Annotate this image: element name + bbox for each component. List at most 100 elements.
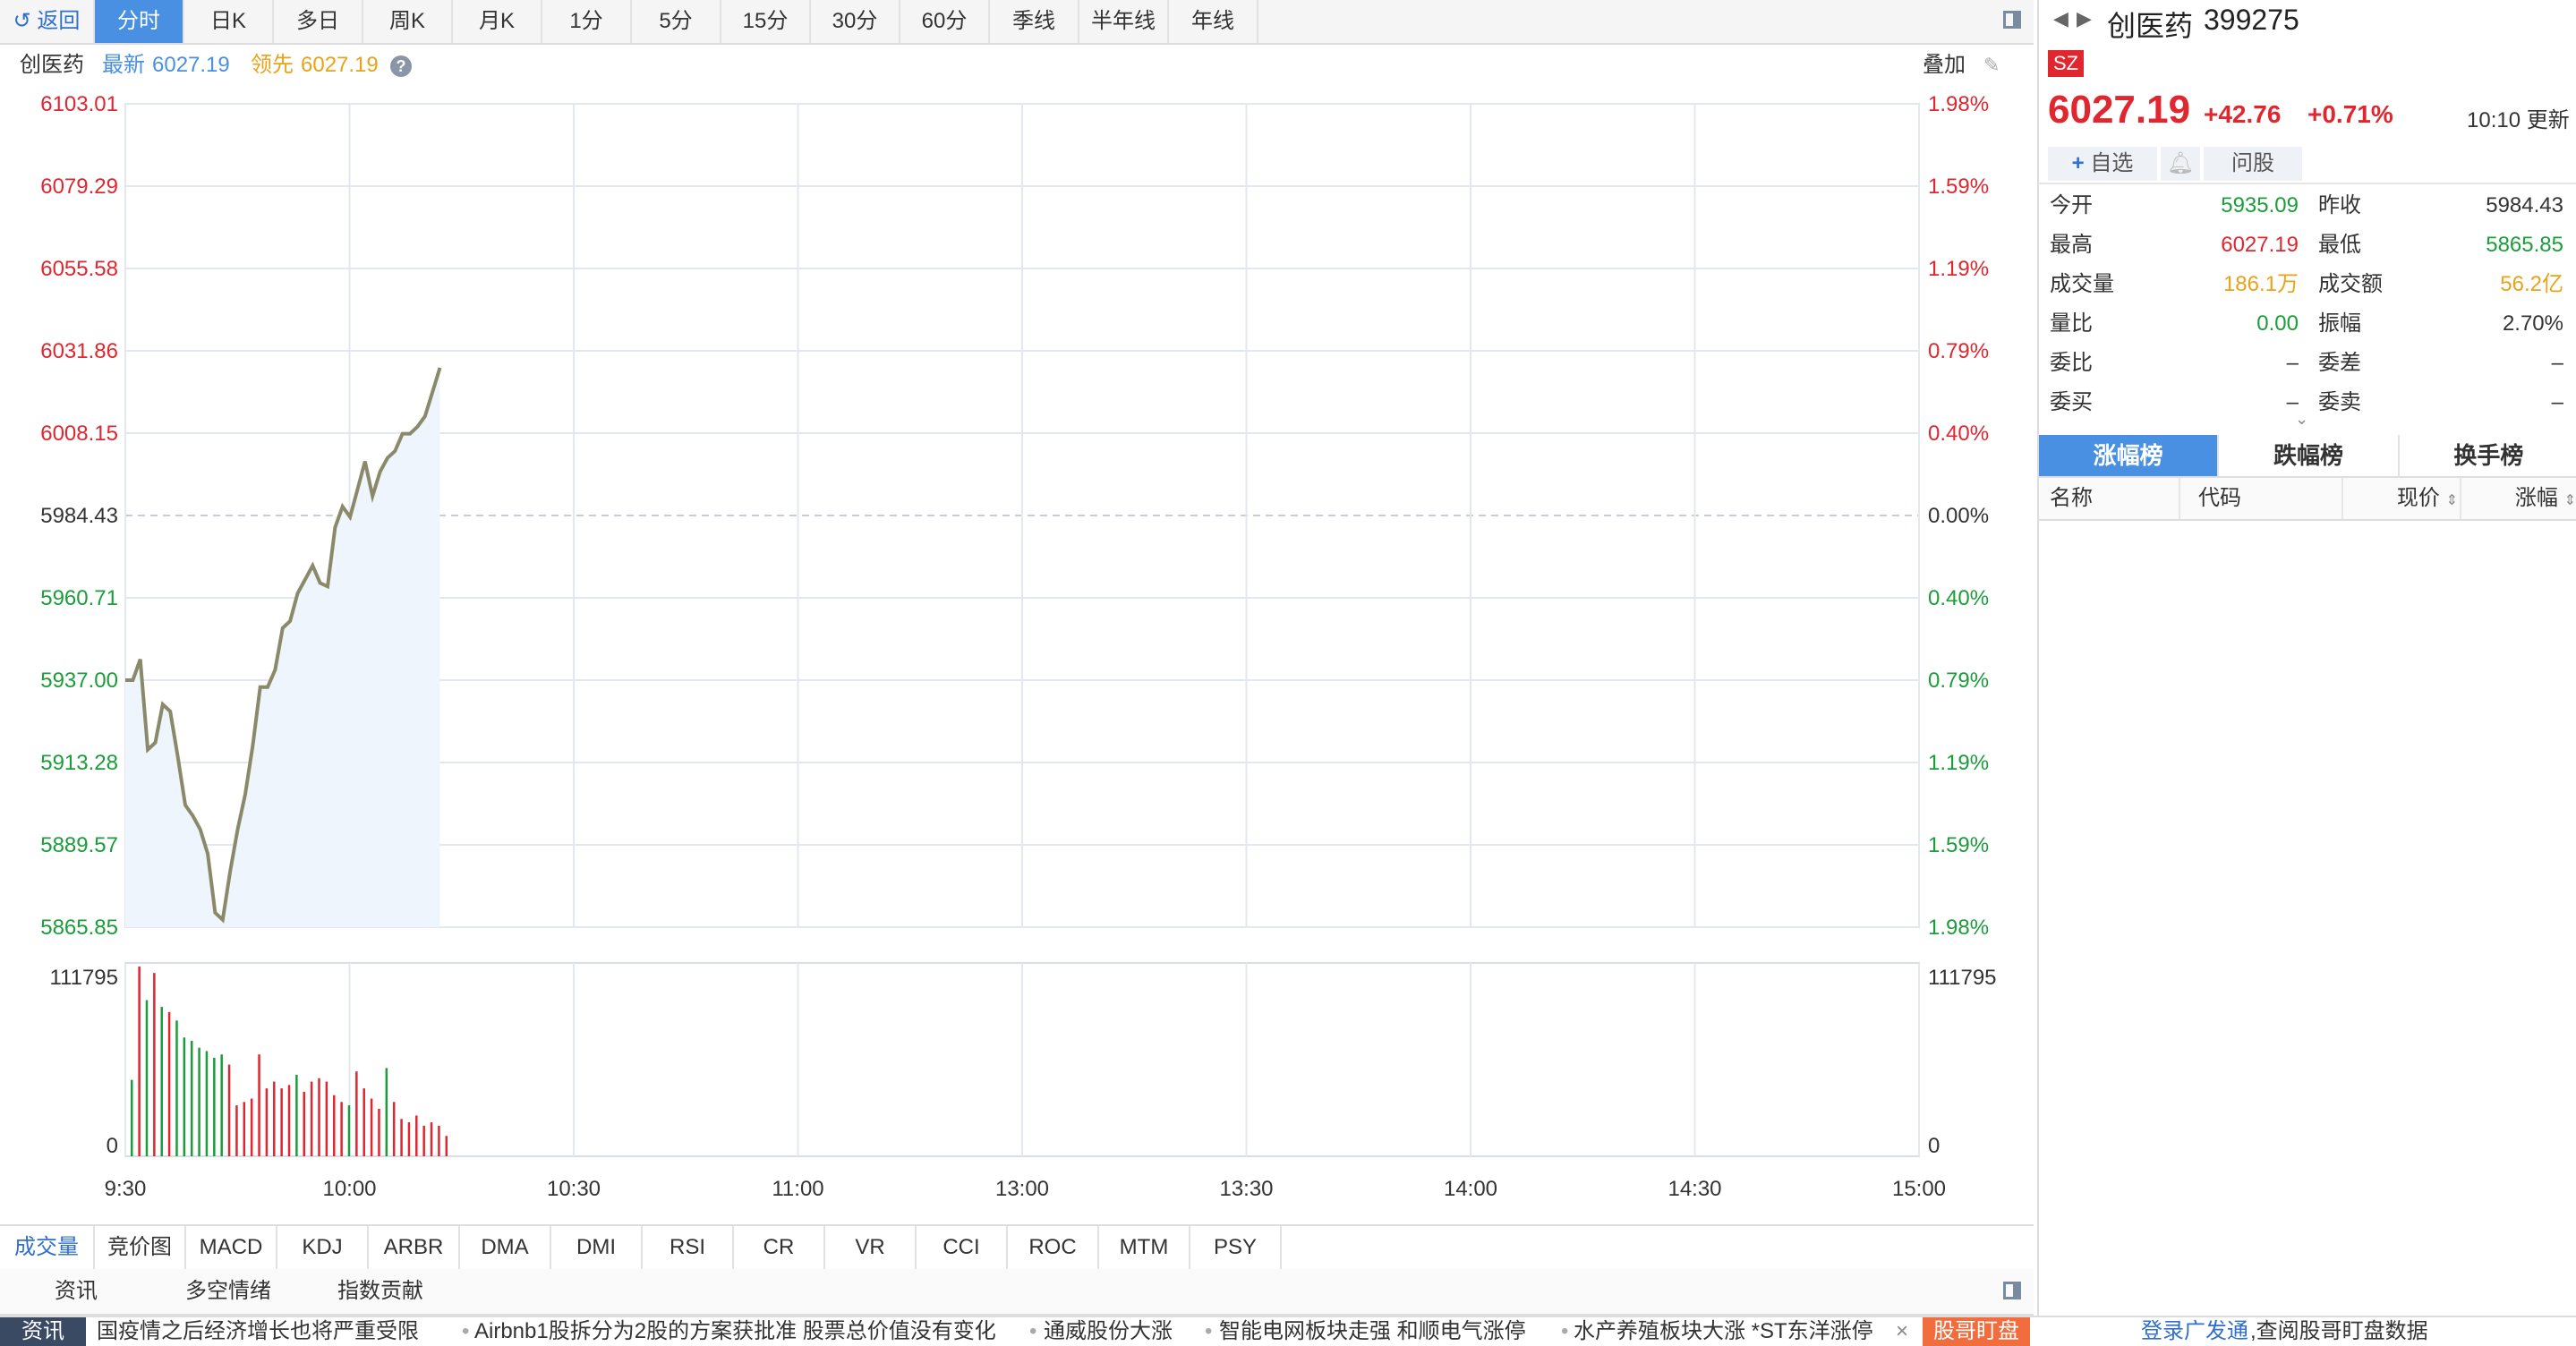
volume-bar bbox=[295, 1074, 298, 1156]
sort-icon: ⇕ bbox=[2563, 493, 2576, 508]
quote-panel: ◀ ▶ 创医药 399275 SZ 6027.19 +42.76 +0.71% … bbox=[2037, 0, 2576, 1316]
indicator-tab[interactable]: KDJ bbox=[277, 1226, 369, 1269]
indicator-tab[interactable]: VR bbox=[825, 1226, 917, 1269]
period-tab[interactable]: 30分 bbox=[811, 0, 900, 43]
ask-stock-button[interactable]: 问股 bbox=[2204, 147, 2302, 181]
period-tab[interactable]: 月K bbox=[453, 0, 542, 43]
volume-bar bbox=[303, 1091, 306, 1156]
ticker-item[interactable]: 水产养殖板块大涨 *ST东洋涨停 bbox=[1574, 1317, 1873, 1346]
period-tab[interactable]: 15分 bbox=[721, 0, 811, 43]
indicator-tab[interactable]: DMA bbox=[460, 1226, 551, 1269]
volume-bar bbox=[363, 1088, 365, 1156]
news-tab-index-contribution[interactable]: 指数贡献 bbox=[304, 1269, 456, 1314]
alert-bell-button[interactable]: 🔔︎ bbox=[2161, 147, 2200, 181]
price-tick-label: 5960.71 bbox=[40, 586, 118, 610]
time-tick-label: 15:00 bbox=[1892, 1177, 1946, 1201]
ticker-close-icon[interactable]: × bbox=[1896, 1317, 1908, 1346]
tab-turnover[interactable]: 换手榜 bbox=[2400, 435, 2576, 476]
bell-icon: 🔔︎ bbox=[2166, 151, 2195, 175]
percent-tick-label: 1.98% bbox=[1928, 92, 1989, 116]
indicator-tab[interactable]: RSI bbox=[643, 1226, 734, 1269]
chart-info-bar: 创医药 最新 6027.19 领先 6027.19 ? 叠加 ✎ bbox=[0, 45, 2034, 86]
ticker-item[interactable]: 国疫情之后经济增长也将严重受限 bbox=[97, 1317, 419, 1346]
tab-losers[interactable]: 跌幅榜 bbox=[2219, 435, 2400, 476]
volume-bar bbox=[340, 1102, 343, 1156]
promo-text: ,查阅股哥盯盘数据 bbox=[2250, 1319, 2428, 1343]
period-tab[interactable]: 半年线 bbox=[1079, 0, 1169, 43]
news-tab-info[interactable]: 资讯 bbox=[0, 1269, 152, 1314]
time-tick-label: 10:00 bbox=[322, 1177, 376, 1201]
indicator-tab[interactable]: MACD bbox=[186, 1226, 277, 1269]
prev-stock-icon[interactable]: ◀ bbox=[2053, 7, 2068, 30]
indicator-tab[interactable]: 成交量 bbox=[0, 1226, 95, 1269]
period-tab[interactable]: 1分 bbox=[542, 0, 632, 43]
percent-tick-label: 1.98% bbox=[1928, 916, 1989, 940]
percent-tick-label: 1.19% bbox=[1928, 751, 1989, 775]
promo-badge[interactable]: 股哥盯盘 bbox=[1923, 1317, 2030, 1346]
intraday-chart: 6103.01 1.98% 6079.29 1.59% 6055.58 1.19% 6031… bbox=[40, 92, 1996, 1201]
promo-link[interactable]: 登录广发通 bbox=[2141, 1317, 2248, 1346]
col-name[interactable]: 名称 bbox=[2050, 478, 2093, 519]
price-tick-label: 6008.15 bbox=[40, 422, 118, 446]
indicator-tab[interactable]: CR bbox=[734, 1226, 825, 1269]
field-value: 5865.85 bbox=[2486, 233, 2563, 257]
indicator-tab[interactable]: ROC bbox=[1008, 1226, 1099, 1269]
next-stock-icon[interactable]: ▶ bbox=[2077, 7, 2092, 30]
volume-bar bbox=[370, 1098, 373, 1156]
tab-gainers[interactable]: 涨幅榜 bbox=[2039, 435, 2220, 476]
ticker-item[interactable]: 智能电网板块走强 和顺电气涨停 bbox=[1219, 1317, 1526, 1346]
volume-bar bbox=[378, 1108, 380, 1156]
period-tab[interactable]: 分时 bbox=[95, 0, 184, 43]
period-tab[interactable]: 日K bbox=[184, 0, 274, 43]
price-tick-label: 6055.58 bbox=[40, 257, 118, 281]
expand-chevron-icon[interactable]: ⌄ bbox=[2295, 410, 2308, 429]
add-watchlist-button[interactable]: + 自选 bbox=[2048, 147, 2157, 181]
indicator-tab[interactable]: MTM bbox=[1099, 1226, 1190, 1269]
indicator-tab[interactable]: 竞价图 bbox=[95, 1226, 186, 1269]
volume-bar bbox=[131, 1079, 133, 1156]
layout-toggle-icon[interactable] bbox=[2003, 11, 2021, 29]
indicator-tab[interactable]: PSY bbox=[1190, 1226, 1282, 1269]
period-tab[interactable]: 季线 bbox=[990, 0, 1079, 43]
volume-bar bbox=[183, 1037, 186, 1156]
col-code[interactable]: 代码 bbox=[2179, 478, 2241, 519]
col-change[interactable]: 涨幅 ⇕ bbox=[2460, 478, 2576, 519]
price-tick-label: 5984.43 bbox=[40, 504, 118, 528]
period-tab[interactable]: 年线 bbox=[1169, 0, 1258, 43]
volume-bar bbox=[138, 967, 141, 1156]
back-button[interactable]: ↺ 返回 bbox=[0, 0, 95, 43]
indicator-tab[interactable]: ARBR bbox=[369, 1226, 460, 1269]
price-tick-label: 6031.86 bbox=[40, 339, 118, 363]
news-tabs: 资讯 多空情绪 指数贡献 bbox=[0, 1269, 2034, 1316]
news-tab-sentiment[interactable]: 多空情绪 bbox=[152, 1269, 304, 1314]
period-tab[interactable]: 60分 bbox=[900, 0, 990, 43]
volume-bar bbox=[385, 1068, 388, 1156]
volume-bar bbox=[198, 1047, 200, 1156]
indicator-tab[interactable]: DMI bbox=[551, 1226, 643, 1269]
edit-pencil-icon[interactable]: ✎ bbox=[1983, 45, 2000, 86]
volume-bar bbox=[243, 1102, 246, 1156]
col-price[interactable]: 现价 ⇕ bbox=[2341, 478, 2458, 519]
ticker-item[interactable]: 通威股份大涨 bbox=[1044, 1317, 1173, 1346]
period-tab[interactable]: 多日 bbox=[274, 0, 363, 43]
quote-change: +42.76 bbox=[2204, 100, 2282, 128]
field-label: 成交量 bbox=[2050, 272, 2114, 296]
period-tab[interactable]: 5分 bbox=[632, 0, 721, 43]
volume-bar bbox=[213, 1058, 216, 1156]
period-tab[interactable]: 周K bbox=[363, 0, 453, 43]
percent-tick-label: 1.19% bbox=[1928, 257, 1989, 281]
quote-name: 创医药 bbox=[2107, 10, 2194, 42]
field-label: 今开 bbox=[2050, 193, 2093, 217]
ticker-item[interactable]: Airbnb1股拆分为2股的方案获批准 股票总价值没有变化 bbox=[474, 1317, 996, 1346]
overlay-button[interactable]: 叠加 bbox=[1923, 45, 1966, 86]
indicator-tab[interactable]: CCI bbox=[917, 1226, 1008, 1269]
volume-bar bbox=[407, 1122, 411, 1156]
field-label: 量比 bbox=[2050, 311, 2093, 336]
help-icon[interactable]: ? bbox=[390, 45, 412, 86]
panel-collapse-icon[interactable] bbox=[2003, 1282, 2021, 1299]
volume-bar bbox=[205, 1051, 209, 1156]
volume-bar bbox=[430, 1122, 433, 1156]
field-value: 186.1万 bbox=[2222, 272, 2299, 296]
indicator-tabs: 成交量 竞价图 MACD KDJ ARBR DMA DMI RSI CR VR CCI ROC MTM P… bbox=[0, 1224, 2034, 1271]
volume-bar bbox=[310, 1081, 313, 1156]
